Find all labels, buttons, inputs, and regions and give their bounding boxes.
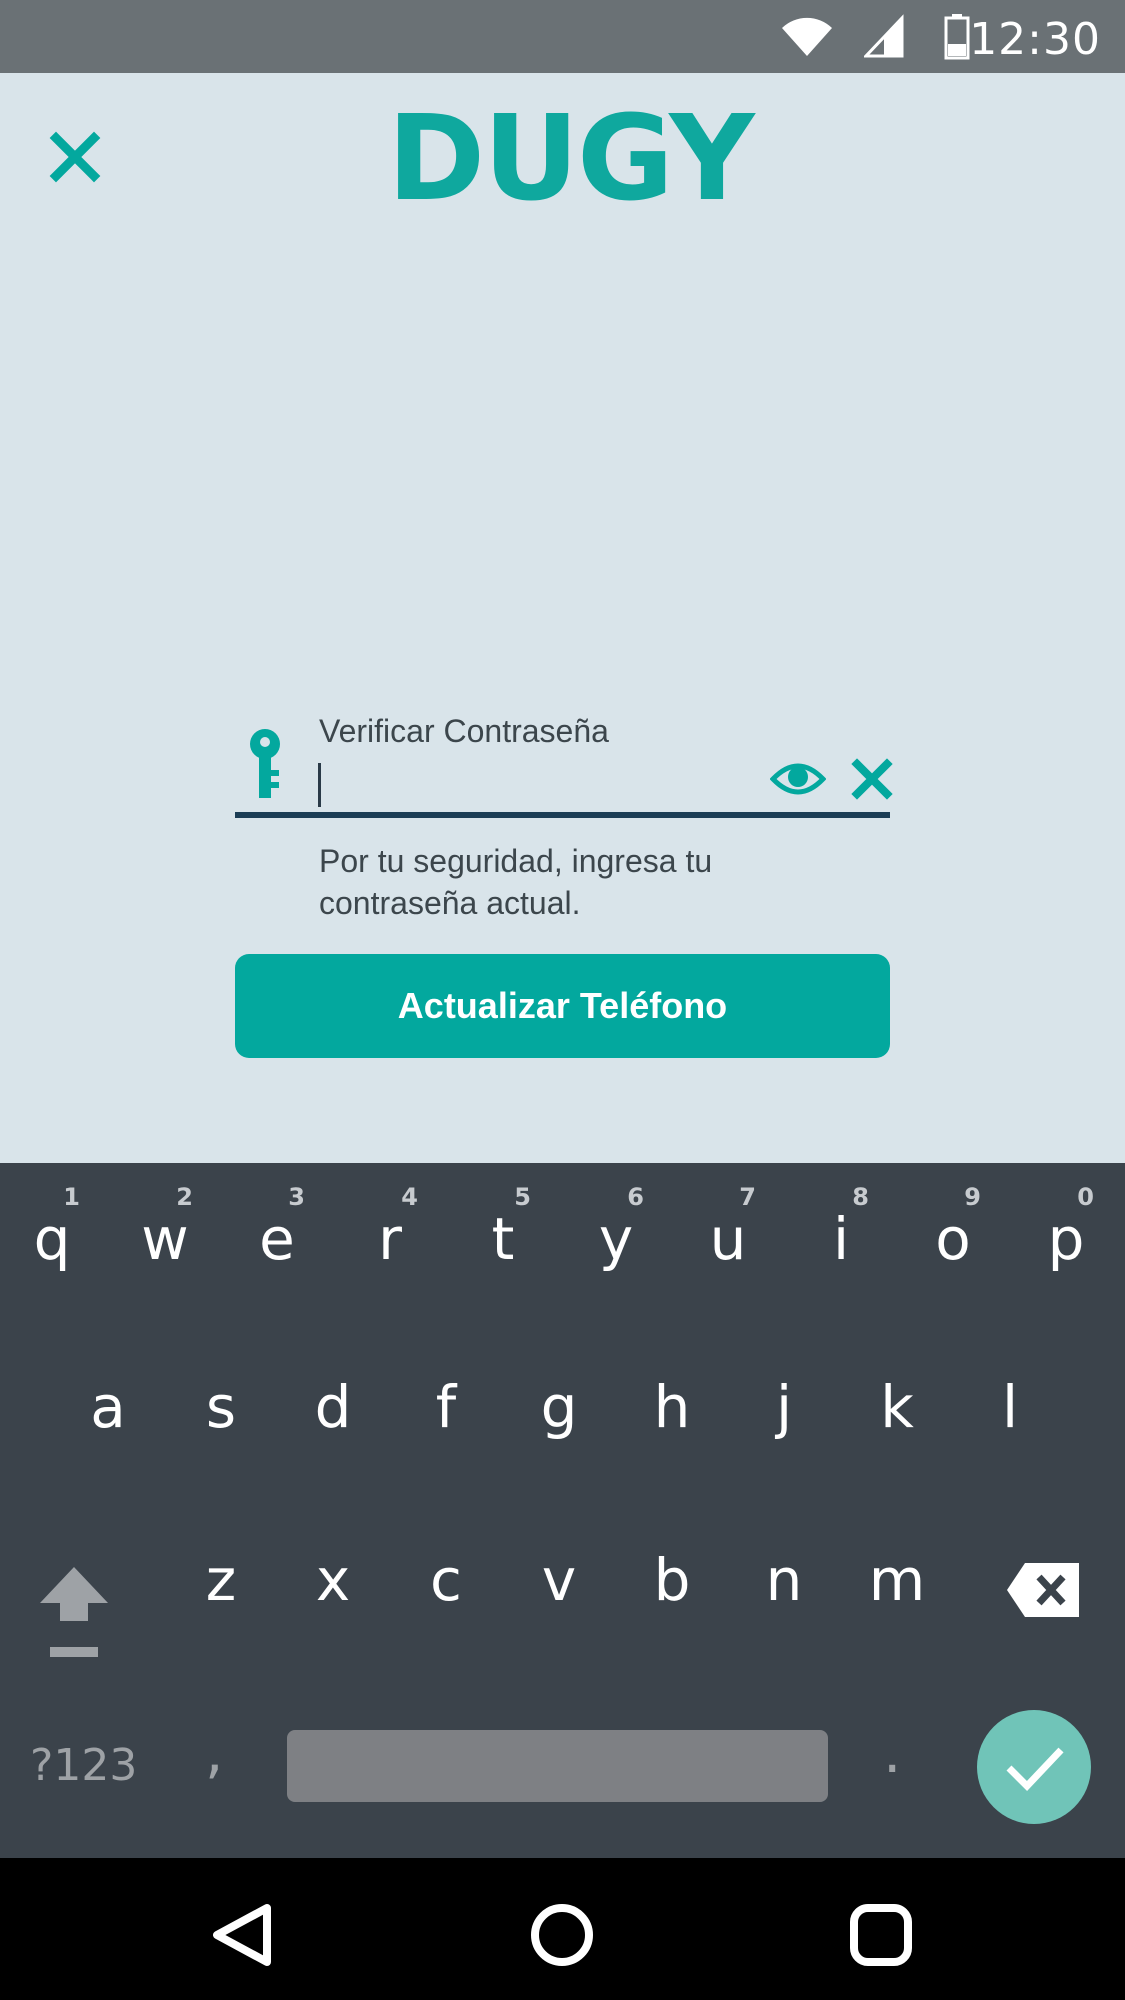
key-v[interactable]: v [509,1546,609,1646]
key-q[interactable]: 1q [2,1183,102,1283]
key-label: r [378,1205,402,1273]
update-phone-button[interactable]: Actualizar Teléfono [235,954,890,1058]
key-label: a [90,1373,126,1441]
backspace-key-icon[interactable] [1005,1561,1081,1619]
eye-icon[interactable] [770,759,826,799]
key-label: k [880,1373,914,1441]
key-label: c [430,1546,462,1614]
key-label: f [435,1373,457,1441]
key-t[interactable]: 5t [453,1183,553,1283]
key-label: m [868,1546,926,1614]
key-z[interactable]: z [171,1546,271,1646]
key-label: u [709,1205,747,1273]
password-helper-text: Por tu seguridad, ingresa tu contraseña … [319,843,713,921]
key-d[interactable]: d [283,1373,383,1473]
key-label: w [141,1205,189,1273]
key-o[interactable]: 9o [903,1183,1003,1283]
key-label: x [315,1546,351,1614]
key-w[interactable]: 2w [115,1183,215,1283]
key-label: l [1001,1373,1019,1441]
key-u[interactable]: 7u [678,1183,778,1283]
soft-keyboard: 1q2w3e4r5t6y7u8i9o0p a s d f g h j k l z x c v b nm ?… [0,1163,1125,1858]
key-label: o [935,1205,971,1273]
key-s[interactable]: s [171,1373,271,1473]
key-h[interactable]: h [622,1373,722,1473]
key-l[interactable]: l [960,1373,1060,1473]
password-field-underline [235,812,890,818]
key-c[interactable]: c [396,1546,496,1646]
back-nav-icon[interactable] [207,1900,277,1970]
done-key[interactable] [977,1710,1091,1824]
key-k[interactable]: k [847,1373,947,1473]
key-label: j [775,1373,793,1441]
key-label: b [653,1546,691,1614]
status-time: 12:30 [969,14,1101,65]
comma-key[interactable]: , [205,1718,223,1786]
key-label: d [314,1373,352,1441]
navigation-bar [0,1858,1125,2000]
key-e[interactable]: 3e [227,1183,327,1283]
key-g[interactable]: g [509,1373,609,1473]
key-label: t [491,1205,515,1273]
cellular-signal-icon [864,14,904,58]
key-p[interactable]: 0p [1016,1183,1116,1283]
key-b[interactable]: b [622,1546,722,1646]
key-label: h [653,1373,691,1441]
key-label: z [205,1546,237,1614]
key-label: y [598,1205,634,1273]
key-label: p [1047,1205,1085,1273]
key-r[interactable]: 4r [340,1183,440,1283]
check-icon [1006,1747,1064,1792]
recents-nav-icon[interactable] [846,1900,916,1970]
key-m[interactable]: m [847,1546,947,1646]
close-icon[interactable] [48,130,102,184]
key-label: i [832,1205,850,1273]
key-f[interactable]: f [396,1373,496,1473]
password-input[interactable] [318,763,321,807]
key-label: q [33,1205,71,1273]
key-i[interactable]: 8i [791,1183,891,1283]
key-label: g [540,1373,578,1441]
app-screen: DUGY Verificar Contraseña Por tu segurid… [0,73,1125,1163]
space-key[interactable] [287,1730,828,1802]
password-field-label: Verificar Contraseña [319,713,609,749]
key-label: n [765,1546,803,1614]
key-label: e [259,1205,295,1273]
key-label: v [541,1546,577,1614]
key-n[interactable]: n [734,1546,834,1646]
wifi-icon [782,17,832,57]
key-j[interactable]: j [734,1373,834,1473]
home-nav-icon[interactable] [527,1900,597,1970]
key-label: s [205,1373,237,1441]
key-icon [250,729,280,798]
symbols-key[interactable]: ?123 [30,1740,137,1791]
clear-input-icon[interactable] [851,758,893,800]
app-logo: DUGY [387,89,754,227]
key-x[interactable]: x [283,1546,383,1646]
status-bar: 12:30 [0,0,1125,73]
key-y[interactable]: 6y [566,1183,666,1283]
period-key[interactable]: . [883,1718,901,1786]
shift-key-icon[interactable] [36,1563,112,1659]
battery-icon [944,14,970,60]
key-a[interactable]: a [58,1373,158,1473]
